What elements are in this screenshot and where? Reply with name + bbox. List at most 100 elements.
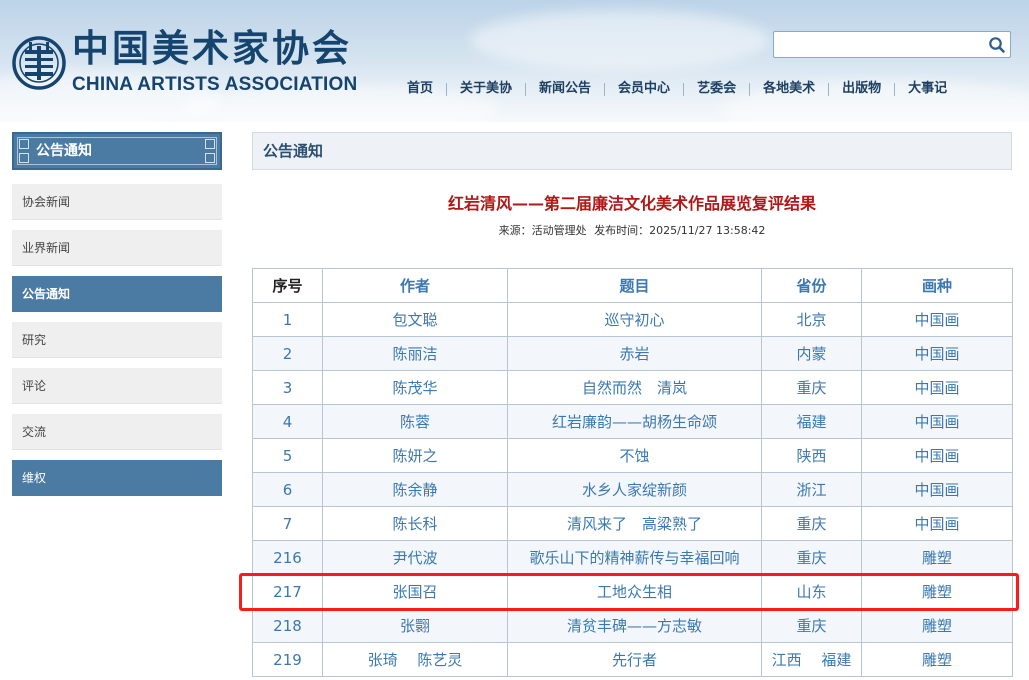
table-row: 7 陈长科 清风来了 高粱熟了 重庆 中国画 — [252, 506, 1013, 541]
article-publish-time: 发布时间：2025/11/27 13:58:42 — [594, 224, 766, 237]
cell-province: 重庆 — [761, 506, 862, 541]
table-row: 3 陈茂华 自然而然 清岚 重庆 中国画 — [252, 370, 1013, 405]
cell-author: 陈丽洁 — [322, 336, 508, 371]
cell-title: 歌乐山下的精神薪传与幸福回响 — [507, 540, 762, 575]
article-source: 来源：活动管理处 — [498, 224, 587, 237]
sidebar-title-label: 公告通知 — [36, 143, 92, 159]
cell-province: 重庆 — [761, 540, 862, 575]
cell-number: 5 — [252, 438, 323, 473]
frame-corner-ornament — [205, 139, 215, 149]
table-row-highlighted: 217 张国召 工地众生相 山东 雕塑 — [252, 574, 1013, 609]
cell-number: 1 — [252, 302, 323, 337]
association-emblem-icon — [12, 36, 66, 90]
cell-title: 自然而然 清岚 — [507, 370, 762, 405]
cell-category: 中国画 — [861, 336, 1013, 371]
cell-title: 水乡人家绽新颜 — [507, 472, 762, 507]
sidebar-item-exchange[interactable]: 交流 — [12, 414, 222, 450]
nav-item-publications[interactable]: 出版物 — [829, 80, 894, 98]
table-row: 216 尹代波 歌乐山下的精神薪传与幸福回响 重庆 雕塑 — [252, 540, 1013, 575]
sidebar-item-reviews[interactable]: 评论 — [12, 368, 222, 404]
cell-title: 清风来了 高粱熟了 — [507, 506, 762, 541]
table-row: 218 张翾 清贫丰碑——方志敏 重庆 雕塑 — [252, 608, 1013, 643]
cell-number: 218 — [252, 608, 323, 643]
logo-english-name: CHINA ARTISTS ASSOCIATION — [72, 74, 358, 95]
cell-category: 中国画 — [861, 438, 1013, 473]
article-meta: 来源：活动管理处 发布时间：2025/11/27 13:58:42 — [252, 223, 1012, 239]
cell-category: 中国画 — [861, 404, 1013, 439]
cell-province: 重庆 — [761, 608, 862, 643]
search-box — [773, 31, 1011, 58]
cell-author: 陈妍之 — [322, 438, 508, 473]
cell-province: 山东 — [761, 574, 862, 609]
nav-item-about[interactable]: 关于美协 — [447, 80, 525, 98]
frame-corner-ornament — [19, 139, 29, 149]
cell-title: 巡守初心 — [507, 302, 762, 337]
cell-number: 4 — [252, 404, 323, 439]
column-header-title: 题目 — [507, 268, 762, 303]
sidebar-item-rights[interactable]: 维权 — [12, 460, 222, 496]
cell-province: 重庆 — [761, 370, 862, 405]
nav-item-chronicle[interactable]: 大事记 — [895, 80, 947, 98]
site-header: 中国美术家协会 CHINA ARTISTS ASSOCIATION 首页 关于美… — [0, 0, 1029, 122]
nav-item-committees[interactable]: 艺委会 — [684, 80, 749, 98]
cell-title: 工地众生相 — [507, 574, 762, 609]
cell-province: 福建 — [761, 404, 862, 439]
cell-number: 217 — [252, 574, 323, 609]
table-row: 2 陈丽洁 赤岩 内蒙 中国画 — [252, 336, 1013, 371]
column-header-category: 画种 — [861, 268, 1013, 303]
column-header-province: 省份 — [761, 268, 862, 303]
section-header: 公告通知 — [252, 132, 1012, 170]
cell-category: 中国画 — [861, 472, 1013, 507]
cell-author: 张翾 — [322, 608, 508, 643]
cell-title: 红岩廉韵——胡杨生命颂 — [507, 404, 762, 439]
site-logo[interactable]: 中国美术家协会 CHINA ARTISTS ASSOCIATION — [12, 26, 372, 102]
main-nav: 首页 关于美协 新闻公告 会员中心 艺委会 各地美术 出版物 大事记 — [394, 80, 947, 98]
cell-title: 赤岩 — [507, 336, 762, 371]
cell-province: 北京 — [761, 302, 862, 337]
table-header-row: 序号 作者 题目 省份 画种 — [252, 268, 1013, 303]
cell-title: 不蚀 — [507, 438, 762, 473]
sidebar-item-industry-news[interactable]: 业界新闻 — [12, 230, 222, 266]
frame-corner-ornament — [19, 153, 29, 163]
cell-category: 雕塑 — [861, 574, 1013, 609]
search-icon[interactable] — [988, 36, 1006, 54]
sidebar-title: 公告通知 — [12, 132, 222, 170]
cell-province: 陕西 — [761, 438, 862, 473]
cell-number: 6 — [252, 472, 323, 507]
table-row: 219 张琦 陈艺灵 先行者 江西 福建 雕塑 — [252, 642, 1013, 677]
cell-province: 江西 福建 — [761, 642, 862, 677]
cell-author: 张国召 — [322, 574, 508, 609]
cell-number: 216 — [252, 540, 323, 575]
cell-number: 219 — [252, 642, 323, 677]
cell-author: 张琦 陈艺灵 — [322, 642, 508, 677]
table-row: 5 陈妍之 不蚀 陕西 中国画 — [252, 438, 1013, 473]
nav-item-regional[interactable]: 各地美术 — [750, 80, 828, 98]
cell-province: 内蒙 — [761, 336, 862, 371]
table-row: 6 陈余静 水乡人家绽新颜 浙江 中国画 — [252, 472, 1013, 507]
cell-category: 雕塑 — [861, 642, 1013, 677]
column-header-number: 序号 — [252, 268, 323, 303]
frame-corner-ornament — [205, 153, 215, 163]
nav-item-home[interactable]: 首页 — [394, 80, 446, 98]
table-row: 1 包文聪 巡守初心 北京 中国画 — [252, 302, 1013, 337]
cell-category: 中国画 — [861, 302, 1013, 337]
column-header-author: 作者 — [322, 268, 508, 303]
cell-title: 清贫丰碑——方志敏 — [507, 608, 762, 643]
cell-number: 7 — [252, 506, 323, 541]
cell-number: 2 — [252, 336, 323, 371]
sidebar-item-association-news[interactable]: 协会新闻 — [12, 184, 222, 220]
results-table: 序号 作者 题目 省份 画种 1 包文聪 巡守初心 北京 中国画 2 陈丽洁 赤… — [252, 268, 1013, 677]
cell-category: 雕塑 — [861, 540, 1013, 575]
nav-item-members[interactable]: 会员中心 — [605, 80, 683, 98]
cell-author: 陈余静 — [322, 472, 508, 507]
cell-author: 包文聪 — [322, 302, 508, 337]
cell-author: 陈茂华 — [322, 370, 508, 405]
cell-author: 陈蓉 — [322, 404, 508, 439]
table-row: 4 陈蓉 红岩廉韵——胡杨生命颂 福建 中国画 — [252, 404, 1013, 439]
sidebar-item-research[interactable]: 研究 — [12, 322, 222, 358]
search-input[interactable] — [778, 34, 982, 57]
nav-item-news[interactable]: 新闻公告 — [526, 80, 604, 98]
cell-category: 雕塑 — [861, 608, 1013, 643]
article-title: 红岩清风——第二届廉洁文化美术作品展览复评结果 — [447, 194, 816, 213]
sidebar-item-announcements[interactable]: 公告通知 — [12, 276, 222, 312]
